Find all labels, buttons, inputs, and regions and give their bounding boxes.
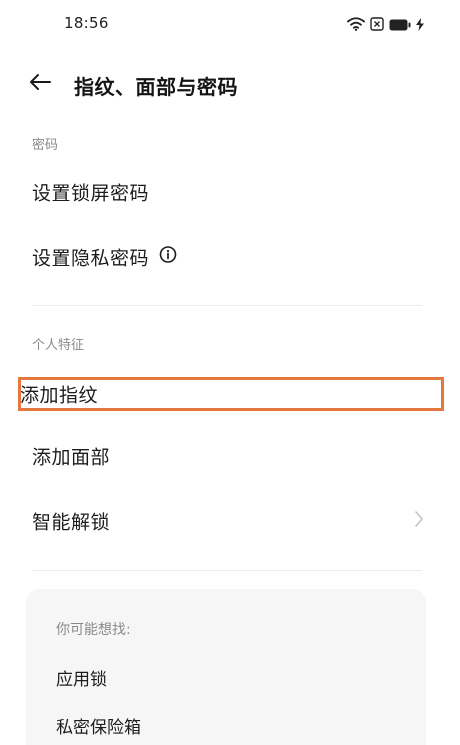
- page-title: 指纹、面部与密码: [74, 75, 238, 99]
- row-label-with-icon: 设置隐私密码: [32, 244, 177, 271]
- status-bar: 18:56: [0, 0, 460, 48]
- app-bar: 指纹、面部与密码: [0, 62, 460, 108]
- chevron-right-icon: [414, 510, 424, 532]
- set-privacy-password-item[interactable]: 设置隐私密码: [0, 231, 460, 283]
- info-icon[interactable]: [159, 246, 177, 269]
- section-header-password: 密码: [32, 138, 59, 153]
- charging-icon: [416, 16, 424, 35]
- row-label: 添加指纹: [20, 384, 99, 407]
- battery-icon: [389, 16, 411, 35]
- section-divider: [32, 570, 422, 571]
- add-face-item[interactable]: 添加面部: [0, 430, 460, 482]
- status-icons: [347, 16, 424, 35]
- section-divider: [32, 305, 422, 306]
- row-label: 添加面部: [32, 446, 111, 469]
- row-label-text: 设置隐私密码: [32, 247, 150, 270]
- row-label: 智能解锁: [32, 511, 111, 534]
- set-lockscreen-password-item[interactable]: 设置锁屏密码: [0, 166, 460, 218]
- arrow-left-icon: [29, 73, 51, 95]
- add-fingerprint-item[interactable]: 添加指纹: [0, 368, 460, 420]
- suggestions-title: 你可能想找:: [56, 622, 131, 638]
- suggestion-app-lock[interactable]: 应用锁: [56, 665, 107, 690]
- suggestions-card: 你可能想找: 应用锁 私密保险箱: [26, 589, 426, 745]
- row-label: 设置锁屏密码: [32, 182, 150, 205]
- back-button[interactable]: [24, 68, 56, 100]
- sim-icon: [370, 16, 384, 35]
- status-time: 18:56: [64, 14, 109, 32]
- wifi-icon: [347, 16, 365, 35]
- section-header-biometrics: 个人特征: [32, 338, 85, 353]
- smart-unlock-item[interactable]: 智能解锁: [0, 495, 460, 547]
- suggestion-private-safe[interactable]: 私密保险箱: [56, 713, 141, 738]
